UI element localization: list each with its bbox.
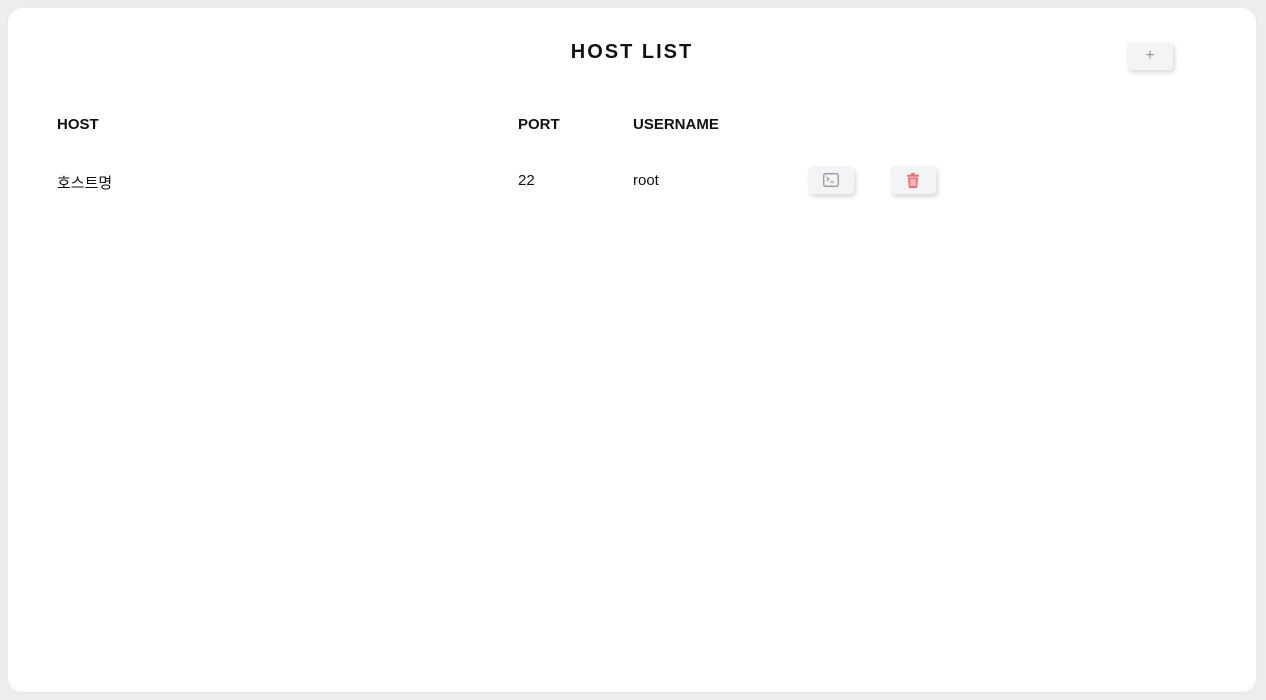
plus-icon: +	[1145, 47, 1155, 64]
add-host-button[interactable]: +	[1127, 42, 1173, 70]
host-cell: 호스트명	[57, 175, 113, 192]
delete-host-button[interactable]	[890, 166, 936, 194]
page-title: HOST LIST	[570, 41, 694, 63]
column-header-host: HOST	[57, 116, 99, 133]
username-cell: root	[633, 172, 659, 189]
column-header-port: PORT	[518, 116, 560, 133]
open-terminal-button[interactable]	[808, 166, 854, 194]
terminal-icon	[823, 173, 839, 187]
column-header-username: USERNAME	[633, 116, 719, 133]
port-cell: 22	[518, 172, 535, 189]
trash-icon	[907, 172, 919, 188]
host-list-panel: HOST LIST + HOST PORT USERNAME 호스트명 22 r…	[8, 8, 1256, 692]
